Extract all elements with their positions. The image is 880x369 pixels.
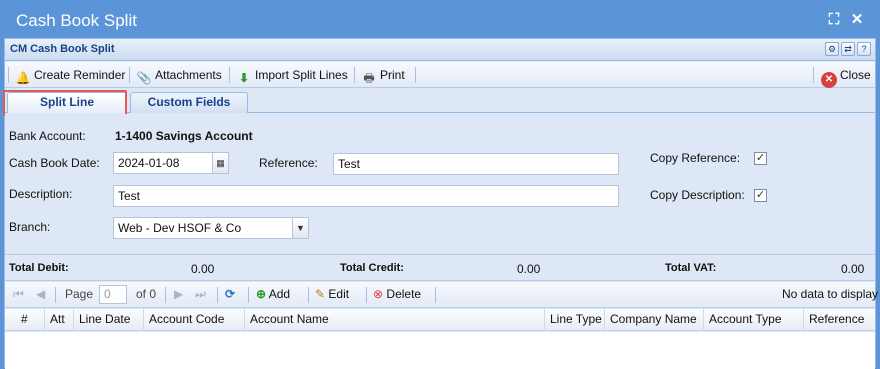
toolbar-separator — [415, 67, 416, 83]
total-vat-label: Total VAT: — [665, 262, 717, 274]
grid-pager: ⏮ ◀ Page 0 of 0 ▶ ⏭ ⟳ ⊕ Add ✎ Edit ⊗ Del… — [5, 282, 879, 308]
pager-separator — [366, 287, 367, 303]
total-debit-value: 0.00 — [191, 262, 215, 276]
import-split-lines-button[interactable]: ⬇ Import Split Lines — [236, 66, 348, 85]
column-header-att[interactable]: Att — [45, 309, 74, 331]
download-icon: ⬇ — [238, 71, 250, 85]
total-credit-value: 0.00 — [517, 262, 541, 276]
next-page-icon[interactable]: ▶ — [174, 287, 183, 301]
copy-reference-checkbox[interactable]: ✓ — [754, 152, 767, 165]
close-window-icon[interactable]: ✕ — [849, 12, 865, 28]
grid-status-text: No data to display — [782, 287, 879, 301]
toolbar: 🔔 Create Reminder 📎 Attachments ⬇ Import Sp… — [5, 62, 875, 88]
branch-select[interactable]: Web - Dev HSOF & Co — [113, 217, 293, 239]
help-icon[interactable]: ? — [857, 42, 871, 56]
cash-book-split-window: Cash Book Split ⛶ ✕ CM Cash Book Split ⚙… — [0, 0, 880, 369]
import-split-lines-label: Import Split Lines — [255, 68, 348, 82]
delete-icon: ⊗ — [373, 287, 384, 301]
column-header-account-code[interactable]: Account Code — [144, 309, 245, 331]
grid-body — [5, 332, 875, 369]
tab-strip: Split Line Custom Fields — [3, 89, 875, 116]
previous-page-icon[interactable]: ◀ — [36, 287, 45, 301]
first-page-icon[interactable]: ⏮ — [13, 287, 24, 302]
add-label: Add — [268, 287, 291, 301]
edit-label: Edit — [328, 287, 350, 301]
column-header-company-name[interactable]: Company Name — [605, 309, 704, 331]
column-header-line-date[interactable]: Line Date — [74, 309, 144, 331]
reference-field[interactable]: Test — [333, 153, 619, 175]
description-field[interactable]: Test — [113, 185, 619, 207]
attachments-label: Attachments — [155, 68, 222, 82]
window-titlebar[interactable]: Cash Book Split ⛶ ✕ — [0, 0, 880, 40]
pager-separator — [308, 287, 309, 303]
cash-book-date-label: Cash Book Date: — [9, 156, 100, 170]
close-label: Close — [840, 68, 871, 82]
page-number-input[interactable]: 0 — [99, 285, 127, 304]
column-header-line-type[interactable]: Line Type — [545, 309, 605, 331]
maximize-icon[interactable]: ⛶ — [826, 12, 842, 28]
reference-label: Reference: — [259, 156, 318, 170]
total-credit-label: Total Credit: — [340, 262, 404, 274]
column-header-account-name[interactable]: Account Name — [245, 309, 545, 331]
split-line-form: Bank Account: 1-1400 Savings Account Cas… — [5, 114, 875, 254]
toolbar-separator — [354, 67, 355, 83]
bank-account-value: 1-1400 Savings Account — [115, 129, 253, 143]
chevron-down-icon[interactable]: ▼ — [292, 217, 309, 239]
bell-icon: 🔔 — [15, 71, 31, 85]
grid-header: # Att Line Date Account Code Account Nam… — [5, 309, 875, 331]
cash-book-date-field[interactable]: 2024-01-08 — [113, 152, 213, 174]
panel-title: CM Cash Book Split — [10, 43, 115, 55]
toolbar-separator — [813, 67, 814, 83]
print-button[interactable]: 🖶 Print — [361, 66, 405, 85]
copy-reference-label: Copy Reference: — [650, 151, 741, 165]
tab-highlight-box — [3, 90, 127, 116]
delete-label: Delete — [386, 287, 422, 301]
pager-separator — [217, 287, 218, 303]
page-label: Page — [65, 287, 94, 301]
window-title: Cash Book Split — [16, 11, 137, 30]
totals-bar: Total Debit: 0.00 Total Credit: 0.00 Tot… — [5, 254, 875, 281]
column-header-number[interactable]: # — [5, 309, 45, 331]
toolbar-separator — [8, 67, 9, 83]
close-button[interactable]: ✕ Close — [821, 66, 871, 88]
column-header-reference[interactable]: Reference — [804, 309, 875, 331]
copy-description-checkbox[interactable]: ✓ — [754, 189, 767, 202]
pager-separator — [165, 287, 166, 303]
edit-icon: ✎ — [315, 287, 326, 301]
total-vat-value: 0.00 — [841, 262, 865, 276]
last-page-icon[interactable]: ⏭ — [195, 287, 206, 302]
add-icon: ⊕ — [256, 287, 267, 301]
bank-account-label: Bank Account: — [9, 129, 86, 143]
refresh-grid-icon[interactable]: ⟳ — [225, 287, 235, 301]
branch-label: Branch: — [9, 220, 51, 234]
print-label: Print — [380, 68, 405, 82]
close-circle-icon: ✕ — [821, 72, 837, 88]
printer-icon: 🖶 — [363, 71, 375, 85]
toolbar-separator — [229, 67, 230, 83]
create-reminder-button[interactable]: 🔔 Create Reminder — [15, 66, 126, 85]
delete-button[interactable]: ⊗ Delete — [373, 287, 421, 301]
tab-custom-fields-label: Custom Fields — [147, 95, 231, 109]
panel-header: CM Cash Book Split ⚙ ⇄ ? — [5, 39, 875, 61]
refresh-icon[interactable]: ⇄ — [841, 42, 855, 56]
calendar-icon[interactable]: ▦ — [212, 152, 229, 174]
main-panel: CM Cash Book Split ⚙ ⇄ ? 🔔 Create Reminde… — [3, 38, 879, 369]
add-button[interactable]: ⊕ Add — [256, 287, 290, 301]
page-count-label: of 0 — [136, 287, 157, 301]
total-debit-label: Total Debit: — [9, 262, 69, 274]
paperclip-icon: 📎 — [136, 71, 152, 85]
toolbar-separator — [129, 67, 130, 83]
pager-separator — [55, 287, 56, 303]
attachments-button[interactable]: 📎 Attachments — [136, 66, 222, 85]
pager-separator — [435, 287, 436, 303]
edit-button[interactable]: ✎ Edit — [315, 287, 349, 301]
create-reminder-label: Create Reminder — [34, 68, 126, 82]
description-label: Description: — [9, 187, 73, 201]
pager-separator — [248, 287, 249, 303]
column-header-account-type[interactable]: Account Type — [704, 309, 804, 331]
copy-description-label: Copy Description: — [650, 188, 745, 202]
gear-icon[interactable]: ⚙ — [825, 42, 839, 56]
tab-custom-fields[interactable]: Custom Fields — [130, 92, 248, 113]
